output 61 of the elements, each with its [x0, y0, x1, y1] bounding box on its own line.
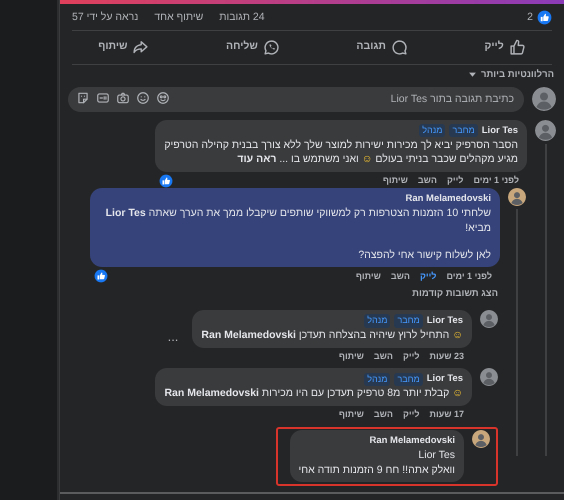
like-link[interactable]: לייק [446, 174, 464, 188]
author-name[interactable]: Lior Tes [426, 314, 463, 328]
timestamp: לפני 1 ימים [473, 174, 519, 188]
more-options-button[interactable]: ... [162, 326, 184, 346]
comment-text: הסבר הסרפיק יביא לך מכירות ישירות למוצר שלך ללא צורך בבנית קהילה הטרפיק מגיע מקהלים שכבר בניתי בעולם ☺ ואני משתמש בו ... ראה עוד [164, 138, 518, 168]
author-name[interactable]: Lior Tes [426, 372, 463, 386]
avatar [480, 310, 498, 328]
share-link[interactable]: שיתוף [356, 270, 381, 284]
like-link[interactable]: לייק [420, 270, 436, 284]
avatar [535, 120, 556, 140]
reply-link[interactable]: השב [390, 270, 410, 284]
comment-text: Lior Tes [417, 448, 455, 462]
timestamp: לפני 1 ימים [446, 270, 492, 283]
whatsapp-icon [262, 38, 280, 56]
like-button[interactable]: לייק [474, 34, 536, 60]
gif-icon[interactable] [96, 91, 110, 105]
caret-icon [468, 70, 477, 80]
share-count[interactable]: שיתוף אחד [154, 10, 204, 26]
role-tag: מחבר [449, 124, 478, 138]
timestamp: 17 שעות [429, 408, 464, 422]
comment-button[interactable]: תגובה [346, 34, 418, 60]
sort-dropdown[interactable]: הרלוונטיות ביותר [468, 68, 554, 82]
sticker-icon[interactable] [76, 91, 90, 105]
comment-text: לאן לשלוח קישור אחי להפצה? [357, 248, 491, 262]
like-reaction-icon [537, 10, 552, 26]
camera-icon[interactable] [116, 91, 130, 105]
share-link[interactable]: שיתוף [338, 350, 364, 364]
previous-replies-link[interactable]: הצג תשובות קודמות [68, 283, 498, 310]
role-tag: מחבר [394, 314, 423, 328]
like-link[interactable]: לייק [403, 408, 420, 422]
view-count: נראה על ידי 57 [72, 10, 138, 25]
role-tag: מנהל [364, 314, 390, 328]
author-name[interactable]: Ran Melamedovski [369, 434, 455, 448]
role-tag: מחבר [394, 372, 423, 386]
reply-link[interactable]: השב [374, 350, 394, 364]
author-name[interactable]: Lior Tes [482, 124, 518, 138]
author-name[interactable]: Ran Melamedovski [405, 192, 491, 206]
share-link[interactable]: שיתוף [382, 174, 408, 188]
send-button[interactable]: שליחה [216, 34, 290, 60]
avatar-sticker-icon[interactable] [156, 91, 170, 105]
comment-count[interactable]: 24 תגובות [219, 10, 265, 26]
reaction-count[interactable]: 2 [527, 10, 533, 26]
share-link[interactable]: שיתוף [338, 408, 364, 422]
reply-link[interactable]: השב [418, 174, 437, 188]
speech-bubble-icon [390, 38, 408, 56]
emoji-icon[interactable] [136, 91, 150, 105]
share-icon [132, 38, 150, 56]
timestamp: 23 שעות [429, 350, 464, 363]
role-tag: מנהל [364, 372, 390, 386]
comment-field[interactable]: כתיבת תגובה בתור Lior Tes [68, 86, 524, 112]
avatar [472, 430, 490, 448]
comment-text: וואלק אתה!! חח 9 הזמנות תודה אחי [298, 462, 455, 478]
avatar [508, 188, 526, 206]
avatar [532, 86, 556, 111]
role-tag: מנהל [419, 124, 446, 138]
see-more-link[interactable]: ראה עוד [237, 153, 276, 166]
share-button[interactable]: שיתוף [88, 34, 160, 60]
thumbs-up-icon [508, 38, 526, 56]
avatar [480, 368, 498, 386]
reply-link[interactable]: השב [374, 408, 394, 422]
like-link[interactable]: לייק [403, 350, 420, 364]
